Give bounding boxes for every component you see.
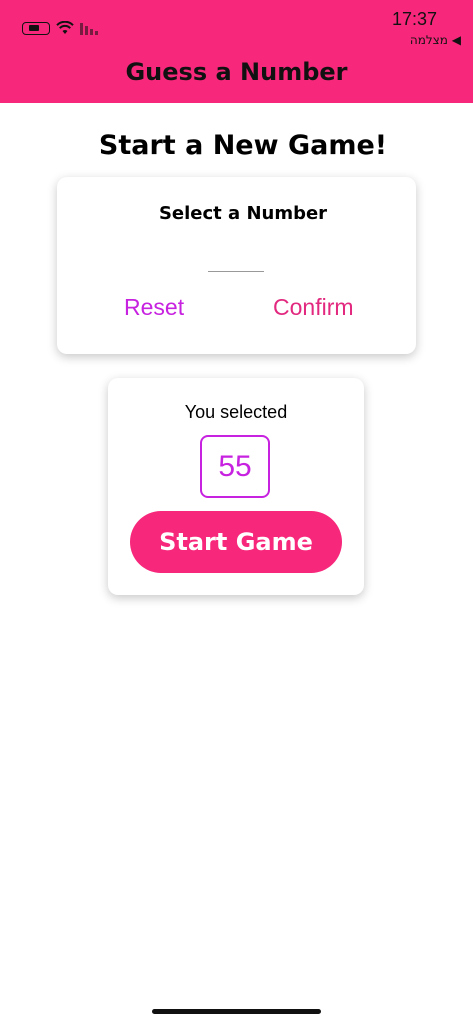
- status-icons: [22, 19, 100, 37]
- select-number-label: Select a Number: [158, 203, 328, 224]
- home-indicator[interactable]: [152, 1009, 321, 1014]
- cellular-signal-icon: [80, 23, 98, 35]
- battery-icon: [22, 21, 50, 35]
- back-to-app-link[interactable]: ◀ מצלמה: [410, 33, 461, 47]
- header-title: Guess a Number: [125, 58, 348, 86]
- wifi-icon: [56, 21, 74, 34]
- you-selected-label: You selected: [184, 402, 288, 422]
- status-time: 17:37: [391, 9, 437, 29]
- selected-number-box: 55: [200, 435, 270, 498]
- select-number-card: Select a Number Reset Confirm: [57, 177, 416, 354]
- start-game-button[interactable]: Start Game: [130, 511, 342, 573]
- reset-button[interactable]: Reset: [124, 294, 184, 321]
- number-input[interactable]: [208, 255, 264, 272]
- selected-number-card: You selected 55 Start Game: [108, 378, 364, 595]
- confirm-button[interactable]: Confirm: [273, 294, 354, 321]
- app-header: 17:37 ◀ מצלמה Guess a Number: [0, 0, 473, 103]
- page-title: Start a New Game!: [98, 130, 388, 161]
